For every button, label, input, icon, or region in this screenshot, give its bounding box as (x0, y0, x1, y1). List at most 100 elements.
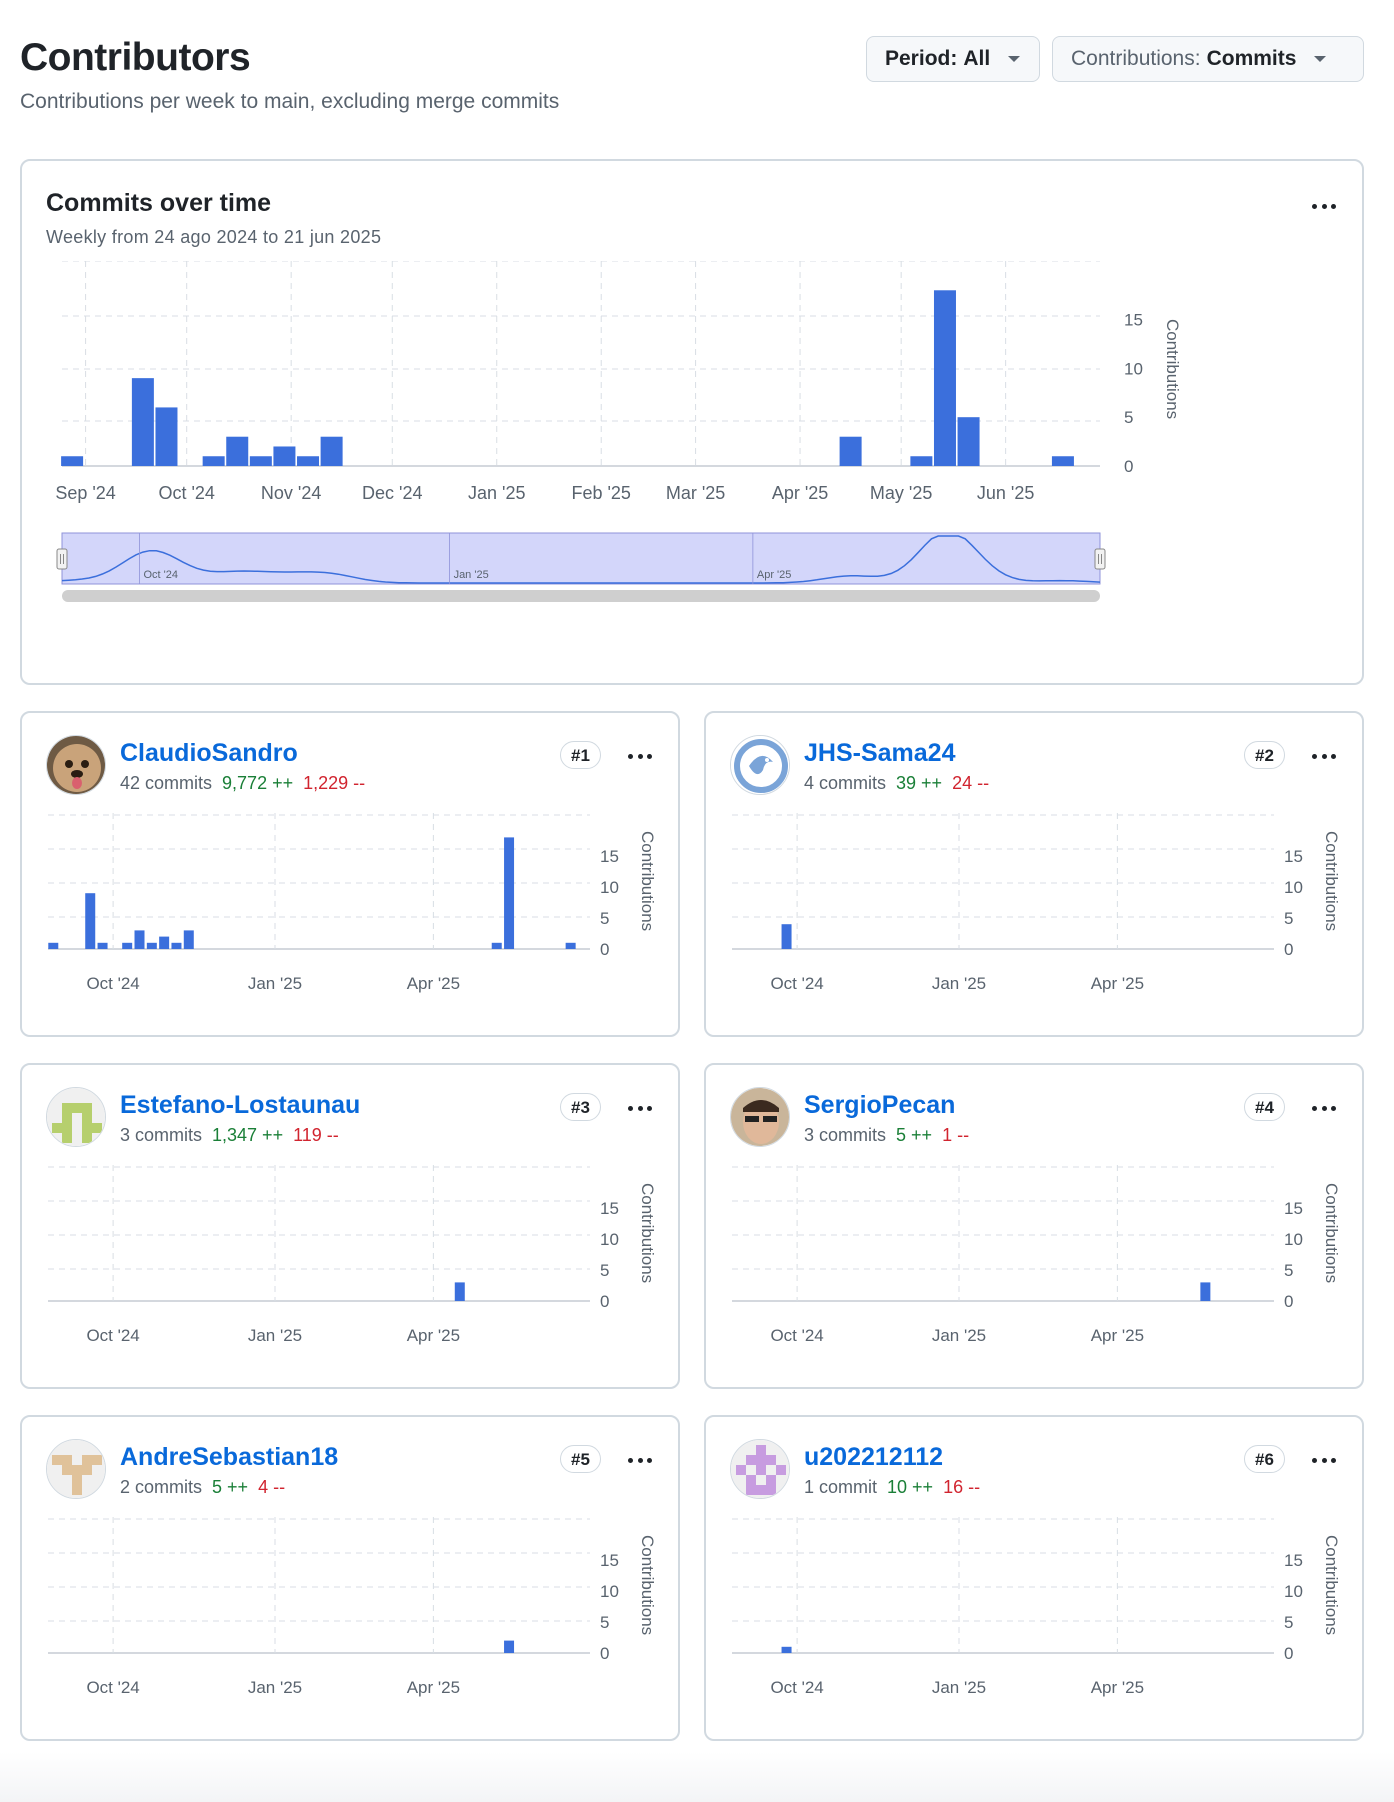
contributor-name-link[interactable]: Estefano-Lostaunau (120, 1091, 360, 1120)
kebab-icon (628, 1457, 633, 1463)
bar[interactable] (781, 1646, 792, 1653)
card-menu-button[interactable] (1306, 741, 1342, 771)
bar[interactable] (297, 456, 320, 466)
contributions-label: Contributions: (1071, 47, 1201, 70)
deletions-count: 119 -- (293, 1125, 339, 1145)
card-menu-button[interactable] (1306, 1445, 1342, 1475)
bar[interactable] (933, 290, 956, 466)
contributor-name-link[interactable]: AndreSebastian18 (120, 1443, 338, 1472)
bar[interactable] (565, 942, 576, 949)
x-tick-label: Jan '25 (932, 1678, 986, 1697)
period-value: All (963, 47, 991, 70)
bar[interactable] (781, 924, 792, 949)
period-select[interactable]: Period: All (866, 36, 1040, 82)
navigator-handle[interactable] (56, 548, 68, 570)
bar[interactable] (504, 837, 515, 949)
x-tick-label: Jan '25 (248, 974, 302, 993)
x-tick-label: Oct '24 (86, 1678, 139, 1697)
avatar[interactable] (46, 1087, 106, 1147)
x-tick-label: Oct '24 (770, 1678, 823, 1697)
x-tick-label: Oct '24 (86, 974, 139, 993)
bar[interactable] (320, 436, 343, 466)
bar[interactable] (957, 417, 980, 466)
navigator-scrollbar[interactable] (62, 590, 1100, 602)
contributor-name-link[interactable]: JHS-Sama24 (804, 739, 955, 768)
deletions-count: 1,229 -- (303, 773, 366, 793)
bar[interactable] (122, 942, 133, 949)
bar[interactable] (1051, 456, 1074, 466)
kebab-icon (1312, 753, 1317, 759)
bar[interactable] (85, 893, 96, 949)
commit-count[interactable]: 1 commit (804, 1477, 877, 1497)
y-tick-label: 15 (1284, 847, 1303, 866)
y-tick-label: 0 (600, 1292, 609, 1311)
commit-count[interactable]: 4 commits (804, 773, 886, 793)
y-tick-label: 15 (600, 1199, 619, 1218)
x-tick-label: May '25 (870, 483, 932, 503)
period-label: Period: (885, 47, 958, 70)
bar[interactable] (273, 446, 296, 466)
rank-badge: #4 (1244, 1093, 1285, 1121)
contributor-card: ClaudioSandro 42 commits 9,772 ++ 1,229 -- #… (20, 711, 680, 1037)
bar[interactable] (155, 407, 178, 466)
x-tick-label: Mar '25 (666, 483, 725, 503)
navigator-label: Oct '24 (144, 569, 179, 581)
bar[interactable] (910, 456, 933, 466)
bar[interactable] (249, 456, 272, 466)
card-menu-button[interactable] (622, 741, 658, 771)
y-axis-label: Contributions (638, 1535, 657, 1635)
y-tick-label: 0 (1284, 1644, 1293, 1663)
bar[interactable] (839, 436, 862, 466)
avatar[interactable] (46, 1439, 106, 1499)
y-axis-label: Contributions (1322, 1535, 1341, 1635)
commit-count[interactable]: 42 commits (120, 773, 212, 793)
avatar[interactable] (730, 735, 790, 795)
rank-badge: #3 (560, 1093, 601, 1121)
contributions-select[interactable]: Contributions: Commits (1052, 36, 1364, 82)
contributions-value: Commits (1206, 47, 1297, 70)
contributor-name-link[interactable]: ClaudioSandro (120, 739, 298, 768)
range-navigator[interactable] (61, 532, 1101, 585)
contributor-name-link[interactable]: u202212112 (804, 1443, 943, 1472)
contributor-card: u202212112 1 commit 10 ++ 16 -- #6 Oct '24 Jan… (704, 1415, 1364, 1741)
bar[interactable] (226, 436, 249, 466)
contributor-stats: 3 commits 1,347 ++ 119 -- (120, 1125, 339, 1146)
bar[interactable] (146, 942, 157, 949)
bar[interactable] (454, 1282, 465, 1301)
bar[interactable] (1200, 1282, 1211, 1301)
y-axis-label: Contributions (1322, 1183, 1341, 1283)
commit-count[interactable]: 3 commits (120, 1125, 202, 1145)
bar[interactable] (48, 942, 59, 949)
contributor-card: JHS-Sama24 4 commits 39 ++ 24 -- #2 Oct '24 Ja… (704, 711, 1364, 1037)
avatar[interactable] (730, 1087, 790, 1147)
bar[interactable] (131, 378, 154, 466)
x-tick-label: Sep '24 (55, 483, 116, 503)
x-tick-label: Apr '25 (407, 974, 460, 993)
card-menu-button[interactable] (622, 1093, 658, 1123)
bar[interactable] (171, 942, 182, 949)
y-tick-label: 10 (1284, 1230, 1303, 1249)
navigator-handle[interactable] (1094, 548, 1106, 570)
contributor-chart: Oct '24 Jan '25 Apr '25 0 5 10 15 Contributions (732, 813, 1341, 993)
bar[interactable] (202, 456, 225, 466)
x-tick-label: Oct '24 (770, 1326, 823, 1345)
card-menu-button[interactable] (1306, 1093, 1342, 1123)
avatar[interactable] (730, 1439, 790, 1499)
x-tick-label: Oct '24 (770, 974, 823, 993)
avatar[interactable] (46, 735, 106, 795)
bar[interactable] (134, 930, 145, 949)
chart-menu-button[interactable] (1306, 191, 1342, 221)
bar[interactable] (61, 456, 84, 466)
bar[interactable] (159, 936, 170, 949)
contributor-name-link[interactable]: SergioPecan (804, 1091, 955, 1120)
deletions-count: 1 -- (942, 1125, 970, 1145)
commit-count[interactable]: 3 commits (804, 1125, 886, 1145)
bar[interactable] (491, 942, 502, 949)
contributor-chart: Oct '24 Jan '25 Apr '25 0 5 10 15 Contributions (48, 1165, 657, 1345)
bar[interactable] (504, 1640, 515, 1653)
bar[interactable] (97, 942, 108, 949)
bar[interactable] (183, 930, 194, 949)
kebab-icon (1312, 1105, 1317, 1111)
commit-count[interactable]: 2 commits (120, 1477, 202, 1497)
card-menu-button[interactable] (622, 1445, 658, 1475)
